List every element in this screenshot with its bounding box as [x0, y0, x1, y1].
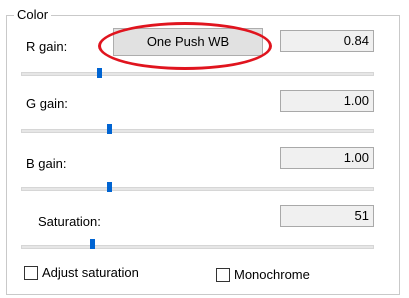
saturation-slider-thumb[interactable]: [89, 239, 95, 249]
color-group-title: Color: [14, 8, 52, 22]
monochrome-checkbox[interactable]: [216, 268, 230, 282]
adjust-saturation-checkbox[interactable]: [24, 266, 38, 280]
adjust-saturation-label[interactable]: Adjust saturation: [42, 265, 139, 281]
r-gain-value-field[interactable]: 0.84: [280, 30, 374, 52]
saturation-label: Saturation:: [38, 214, 101, 229]
one-push-wb-button[interactable]: One Push WB: [113, 28, 263, 56]
g-gain-slider-thumb[interactable]: [107, 124, 113, 134]
b-gain-slider-thumb[interactable]: [107, 182, 113, 192]
r-gain-slider-thumb[interactable]: [96, 68, 102, 78]
r-gain-slider-track[interactable]: [21, 72, 374, 76]
saturation-slider-track[interactable]: [21, 245, 374, 249]
b-gain-slider-track[interactable]: [21, 187, 374, 191]
r-gain-label: R gain:: [26, 39, 68, 54]
g-gain-slider-track[interactable]: [21, 129, 374, 133]
b-gain-value-field[interactable]: 1.00: [280, 147, 374, 169]
saturation-value-field[interactable]: 51: [280, 205, 374, 227]
g-gain-value-field[interactable]: 1.00: [280, 90, 374, 112]
b-gain-label: B gain:: [26, 156, 67, 171]
g-gain-label: G gain:: [26, 96, 68, 111]
monochrome-label[interactable]: Monochrome: [234, 267, 310, 283]
